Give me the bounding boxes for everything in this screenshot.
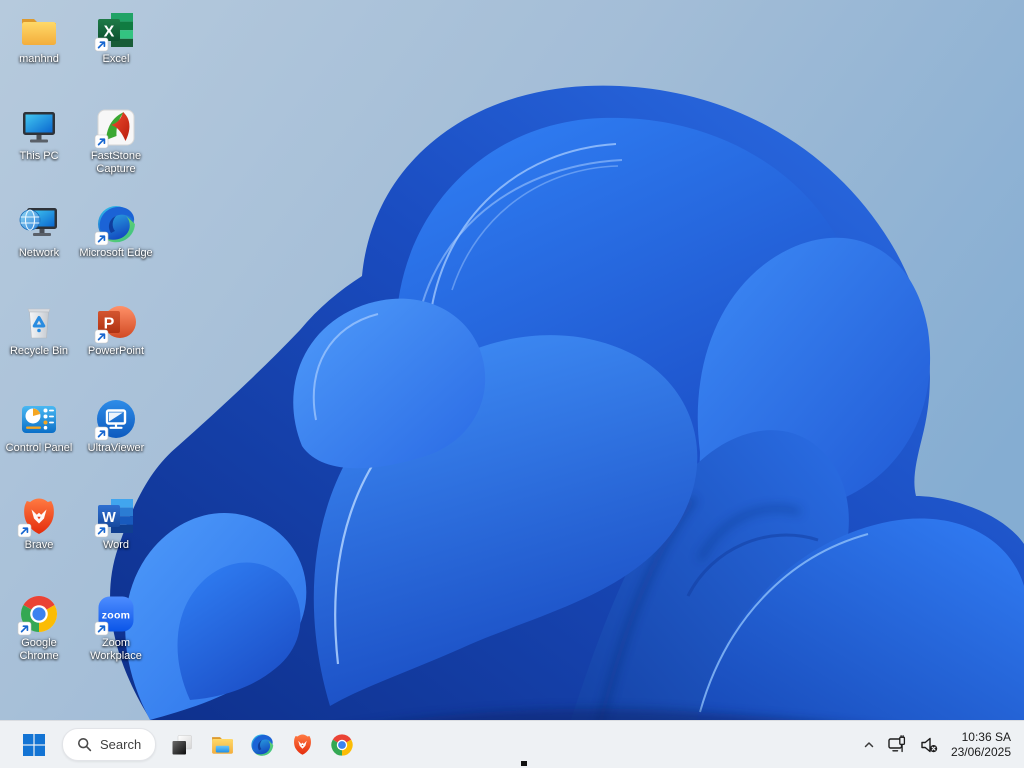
desktop-icon-this-pc[interactable]: This PC bbox=[1, 105, 77, 163]
desktop-icon-label: Control Panel bbox=[5, 442, 73, 454]
mouse-cursor bbox=[521, 761, 527, 766]
edge-icon bbox=[249, 732, 275, 758]
volume-muted-icon bbox=[921, 737, 938, 752]
folder-icon bbox=[17, 8, 61, 52]
network-icon bbox=[17, 202, 61, 246]
chevron-up-icon bbox=[864, 741, 874, 747]
desktop-icon-network[interactable]: Network bbox=[1, 202, 77, 260]
taskbar-search[interactable]: Search bbox=[62, 728, 157, 761]
excel-icon bbox=[94, 8, 138, 52]
taskbar-google-chrome[interactable] bbox=[322, 725, 362, 765]
ultraviewer-icon bbox=[94, 397, 138, 441]
desktop-icon-label: UltraViewer bbox=[87, 442, 145, 454]
desktop-icon-excel[interactable]: Excel bbox=[78, 8, 154, 66]
edge-icon bbox=[94, 202, 138, 246]
windows-logo-icon bbox=[21, 732, 47, 758]
tray-network-button[interactable] bbox=[881, 725, 913, 765]
desktop-icon-label: Recycle Bin bbox=[9, 345, 69, 357]
zoom-icon bbox=[94, 592, 138, 636]
search-icon bbox=[77, 737, 92, 752]
desktop-icon-label: Google Chrome bbox=[19, 637, 59, 662]
desktop-icon-manhnd[interactable]: manhnd bbox=[1, 8, 77, 66]
desktop-icon-label: This PC bbox=[19, 150, 59, 162]
desktop-icon-label: Word bbox=[102, 539, 130, 551]
desktop-icon-control-panel[interactable]: Control Panel bbox=[1, 397, 77, 455]
taskbar-clock[interactable]: 10:36 SA 23/06/2025 bbox=[951, 730, 1011, 760]
start-button[interactable] bbox=[14, 725, 54, 765]
tray-volume-button[interactable] bbox=[913, 725, 945, 765]
folder-icon bbox=[209, 731, 236, 758]
recycle-bin-icon bbox=[17, 300, 61, 344]
chrome-icon bbox=[329, 732, 355, 758]
clock-date: 23/06/2025 bbox=[950, 744, 1011, 759]
system-tray: 10:36 SA 23/06/2025 bbox=[857, 725, 1024, 765]
desktop-icon-zoom-workplace[interactable]: Zoom Workplace bbox=[78, 592, 154, 663]
desktop-icon-label: manhnd bbox=[19, 53, 59, 65]
desktop-icon-google-chrome[interactable]: Google Chrome bbox=[1, 592, 77, 663]
desktop-icon-ultraviewer[interactable]: UltraViewer bbox=[78, 397, 154, 455]
taskbar-app-window[interactable] bbox=[162, 725, 202, 765]
desktop-icon-label: Zoom Workplace bbox=[90, 637, 142, 662]
desktop-icon-faststone-capture[interactable]: FastStone Capture bbox=[78, 105, 154, 176]
taskbar-brave[interactable] bbox=[282, 725, 322, 765]
desktop-icon-powerpoint[interactable]: PowerPoint bbox=[78, 300, 154, 358]
desktop-icon-recycle-bin[interactable]: Recycle Bin bbox=[1, 300, 77, 358]
desktop-icon-word[interactable]: Word bbox=[78, 494, 154, 552]
faststone-capture-icon bbox=[94, 105, 138, 149]
powerpoint-icon bbox=[94, 300, 138, 344]
search-label: Search bbox=[100, 737, 142, 752]
taskbar: Search 10:36 SA 23/06/2025 bbox=[0, 720, 1024, 768]
taskbar-file-explorer[interactable] bbox=[202, 725, 242, 765]
control-panel-icon bbox=[17, 397, 61, 441]
desktop-icon-label: Microsoft Edge bbox=[79, 247, 153, 259]
tray-chevron-button[interactable] bbox=[857, 725, 881, 765]
desktop-icon-microsoft-edge[interactable]: Microsoft Edge bbox=[78, 202, 154, 260]
this-pc-icon bbox=[17, 105, 61, 149]
desktop-icon-label: Excel bbox=[102, 53, 130, 65]
wired-network-icon bbox=[888, 734, 905, 752]
taskbar-microsoft-edge[interactable] bbox=[242, 725, 282, 765]
desktop-icon-label: Network bbox=[18, 247, 60, 259]
brave-icon bbox=[17, 494, 61, 538]
brave-icon bbox=[290, 732, 315, 757]
clock-time: 10:36 SA bbox=[961, 729, 1011, 744]
chrome-icon bbox=[17, 592, 61, 636]
desktop-icon-label: PowerPoint bbox=[87, 345, 145, 357]
desktop-icon-brave[interactable]: Brave bbox=[1, 494, 77, 552]
desktop-icon-label: FastStone Capture bbox=[90, 150, 142, 175]
word-icon bbox=[94, 494, 138, 538]
overlapping-squares-icon bbox=[169, 732, 195, 758]
desktop-icon-label: Brave bbox=[24, 539, 54, 551]
